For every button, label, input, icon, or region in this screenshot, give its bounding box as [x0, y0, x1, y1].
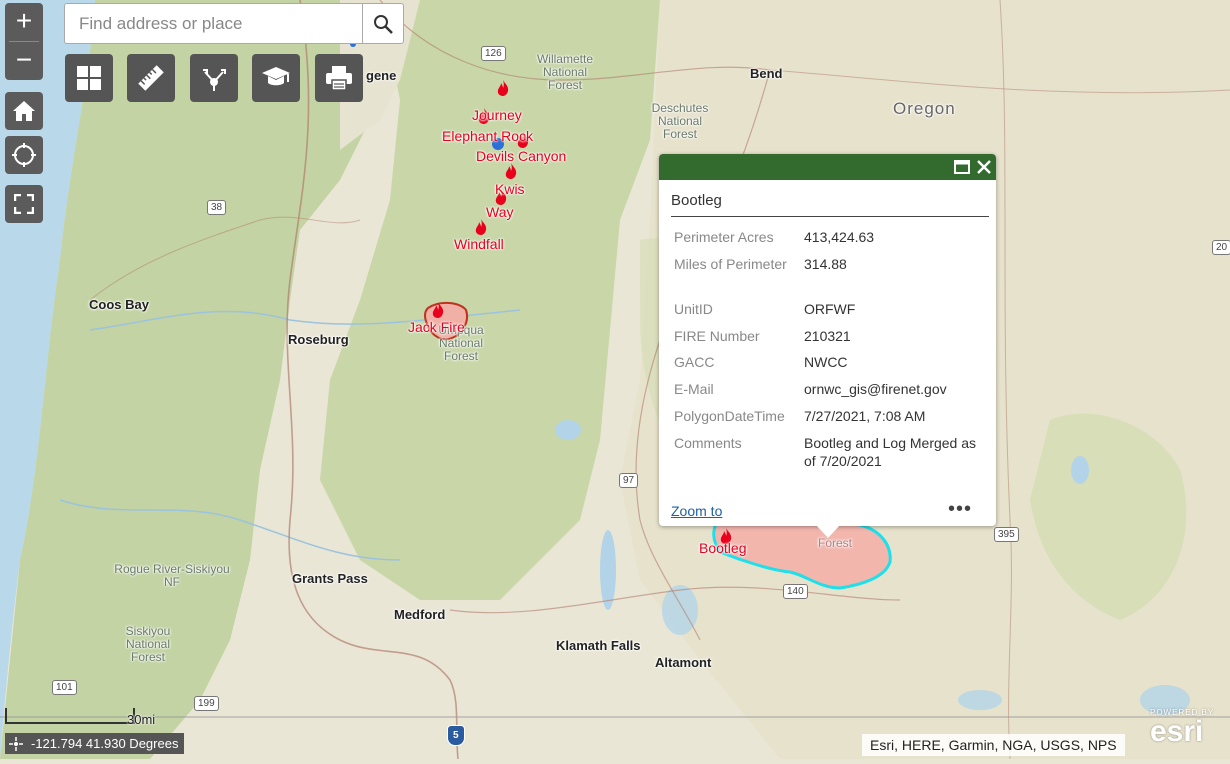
coordinate-text: -121.794 41.930 Degrees	[31, 736, 179, 751]
route-shield-97: 97	[619, 473, 639, 488]
scale-bar	[5, 708, 135, 724]
zoom-control: + −	[5, 3, 43, 80]
forest-label-deschutes: Deschutes National Forest	[651, 101, 709, 141]
popup-title: Bootleg	[671, 192, 722, 209]
fire-label-jack[interactable]: Jack Fire	[408, 319, 465, 335]
grid-icon	[77, 66, 101, 90]
map-view[interactable]: gene Bend Oregon Coos Bay Roseburg Grant…	[0, 0, 1230, 760]
field-label: Comments	[674, 435, 742, 451]
route-shield-395: 395	[994, 527, 1019, 542]
search-icon	[374, 14, 393, 34]
route-shield-i5: 5	[447, 725, 465, 746]
locate-button[interactable]	[5, 136, 43, 174]
maximize-icon	[954, 160, 970, 174]
close-icon	[977, 160, 991, 174]
route-shield-126: 126	[481, 46, 506, 61]
popup-close-button[interactable]	[974, 157, 994, 177]
fire-label-way[interactable]: Way	[486, 204, 513, 220]
zoom-in-button[interactable]: +	[5, 3, 43, 41]
field-value: Bootleg and Log Merged as of 7/20/2021	[804, 435, 977, 469]
zoom-to-link[interactable]: Zoom to	[671, 503, 722, 519]
search-box	[64, 3, 404, 44]
feature-popup: Bootleg Perimeter Acres 413,424.63 Miles…	[659, 154, 996, 538]
route-shield-20: 20	[1212, 240, 1230, 255]
basemap-gallery-button[interactable]	[65, 54, 113, 102]
fire-marker-windfall[interactable]	[475, 219, 487, 235]
ruler-icon	[138, 65, 164, 91]
popup-header	[659, 154, 996, 180]
locate-icon	[12, 143, 36, 167]
field-value: 413,424.63	[804, 229, 875, 245]
esri-wordmark: esri	[1150, 715, 1204, 748]
printer-icon	[326, 66, 352, 91]
forest-label-fremont: Forest	[817, 536, 852, 550]
popup-pointer	[816, 525, 840, 538]
home-icon	[13, 101, 35, 121]
home-button[interactable]	[5, 92, 43, 130]
field-label: PolygonDateTime	[674, 408, 785, 424]
map-attribution[interactable]: Esri, HERE, Garmin, NGA, USGS, NPS	[862, 734, 1125, 756]
fire-label-bootleg[interactable]: Bootleg	[699, 540, 746, 556]
field-label: GACC	[674, 354, 715, 370]
city-label-medford: Medford	[394, 607, 446, 622]
fire-label-elephant-rock[interactable]: Elephant Rock	[442, 128, 533, 144]
popup-title-divider	[671, 216, 989, 217]
city-label-altamont: Altamont	[655, 655, 712, 670]
fire-label-journey[interactable]: Journey	[472, 107, 522, 123]
route-shield-101: 101	[52, 680, 77, 695]
search-input[interactable]	[65, 4, 363, 43]
field-label: FIRE Number	[674, 328, 760, 344]
fire-marker-journey[interactable]	[497, 80, 509, 96]
share-button[interactable]	[190, 54, 238, 102]
zoom-out-button[interactable]: −	[5, 42, 43, 80]
city-label-roseburg: Roseburg	[288, 332, 349, 347]
print-button[interactable]	[315, 54, 363, 102]
more-actions-button[interactable]: •••	[948, 499, 972, 519]
field-label: UnitID	[674, 301, 713, 317]
field-value: 7/27/2021, 7:08 AM	[804, 408, 926, 424]
fire-label-kwis[interactable]: Kwis	[495, 181, 525, 197]
field-label: E-Mail	[674, 381, 714, 397]
graduation-cap-icon	[262, 67, 290, 86]
route-shield-38: 38	[207, 200, 227, 215]
state-label-oregon: Oregon	[893, 99, 956, 118]
city-label-grants-pass: Grants Pass	[292, 571, 368, 586]
share-icon	[203, 69, 226, 91]
forest-label-rogue: Rogue River-Siskiyou NF	[114, 562, 230, 589]
fire-label-windfall[interactable]: Windfall	[454, 236, 504, 252]
field-value: NWCC	[804, 354, 848, 370]
route-shield-140: 140	[783, 584, 808, 599]
forest-label-siskiyou: Siskiyou National Forest	[125, 624, 171, 664]
popup-maximize-button[interactable]	[952, 157, 972, 177]
search-button[interactable]	[362, 4, 403, 43]
fire-marker-jack[interactable]	[432, 302, 444, 318]
field-label: Perimeter Acres	[674, 229, 774, 245]
fire-marker-kwis[interactable]	[505, 163, 517, 179]
esri-logo[interactable]: POWERED BY esri	[1150, 708, 1214, 747]
city-label-eugene: gene	[366, 68, 397, 83]
forest-label-willamette: Willamette National Forest	[536, 52, 593, 92]
field-value: ORFWF	[804, 301, 856, 317]
measure-button[interactable]	[127, 54, 175, 102]
crosshair-icon	[9, 736, 23, 751]
fire-label-devils-canyon[interactable]: Devils Canyon	[476, 148, 566, 164]
city-label-coos-bay: Coos Bay	[89, 297, 149, 312]
field-value: 314.88	[804, 256, 847, 272]
field-value: 210321	[804, 328, 851, 344]
coordinate-display[interactable]: -121.794 41.930 Degrees	[5, 733, 185, 754]
fullscreen-icon	[14, 194, 34, 214]
city-label-klamath-falls: Klamath Falls	[556, 638, 641, 653]
field-value: ornwc_gis@firenet.gov	[804, 381, 947, 397]
route-shield-199: 199	[194, 696, 219, 711]
fullscreen-button[interactable]	[5, 185, 43, 223]
city-label-bend: Bend	[750, 66, 783, 81]
scale-label: 30mi	[127, 712, 156, 727]
about-button[interactable]	[252, 54, 300, 102]
field-label: Miles of Perimeter	[674, 256, 787, 272]
